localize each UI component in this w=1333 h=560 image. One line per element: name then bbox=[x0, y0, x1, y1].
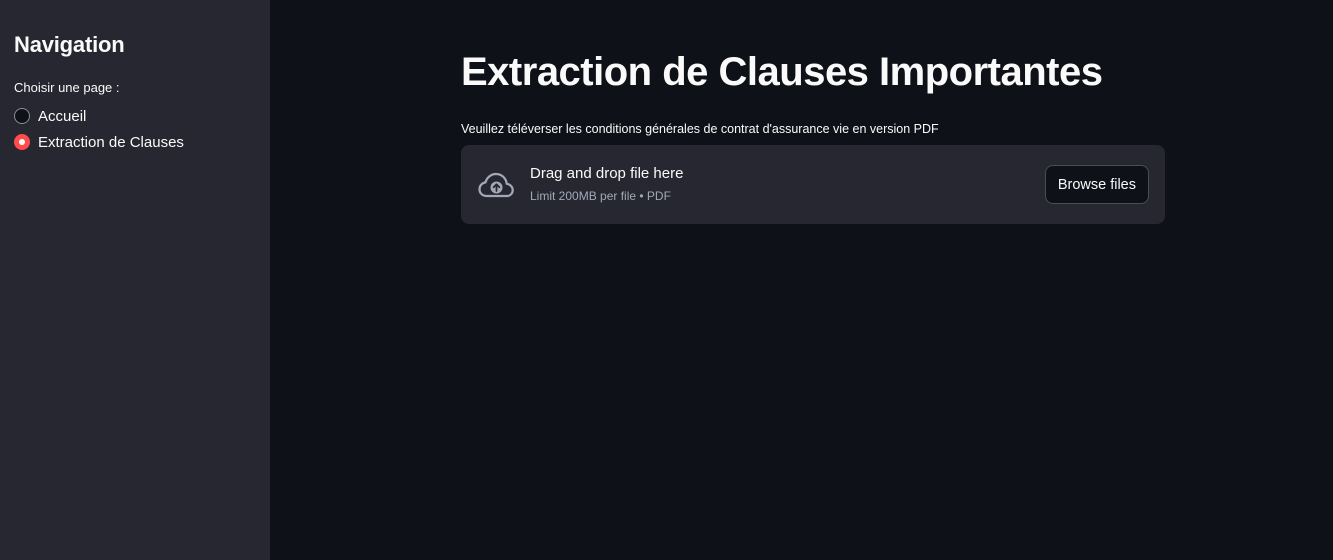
page-selector-radio-group: Accueil Extraction de Clauses bbox=[14, 103, 256, 155]
main-content: Extraction de Clauses Importantes Veuill… bbox=[270, 0, 1333, 560]
cloud-upload-icon bbox=[478, 172, 514, 198]
page-title: Extraction de Clauses Importantes bbox=[461, 50, 1103, 94]
radio-option-label: Extraction de Clauses bbox=[38, 133, 184, 151]
dropzone-instruction: Drag and drop file here bbox=[530, 165, 684, 182]
radio-button-checked[interactable] bbox=[14, 134, 30, 150]
sidebar: Navigation Choisir une page : Accueil Ex… bbox=[0, 0, 270, 560]
browse-files-button[interactable]: Browse files bbox=[1044, 165, 1149, 204]
radio-option-label: Accueil bbox=[38, 107, 87, 125]
sidebar-title: Navigation bbox=[14, 32, 125, 57]
radio-option-accueil[interactable]: Accueil bbox=[14, 103, 256, 129]
file-dropzone[interactable]: Drag and drop file here Limit 200MB per … bbox=[461, 145, 1165, 224]
radio-button-unchecked[interactable] bbox=[14, 108, 30, 124]
app-root: Navigation Choisir une page : Accueil Ex… bbox=[0, 0, 1333, 560]
dropzone-text: Drag and drop file here Limit 200MB per … bbox=[530, 165, 683, 203]
page-selector-label: Choisir une page : bbox=[14, 80, 120, 95]
file-uploader-label: Veuillez téléverser les conditions génér… bbox=[461, 122, 939, 136]
radio-option-extraction-de-clauses[interactable]: Extraction de Clauses bbox=[14, 129, 256, 155]
dropzone-file-limit: Limit 200MB per file • PDF bbox=[530, 189, 671, 203]
radio-checked-dot bbox=[19, 139, 25, 145]
